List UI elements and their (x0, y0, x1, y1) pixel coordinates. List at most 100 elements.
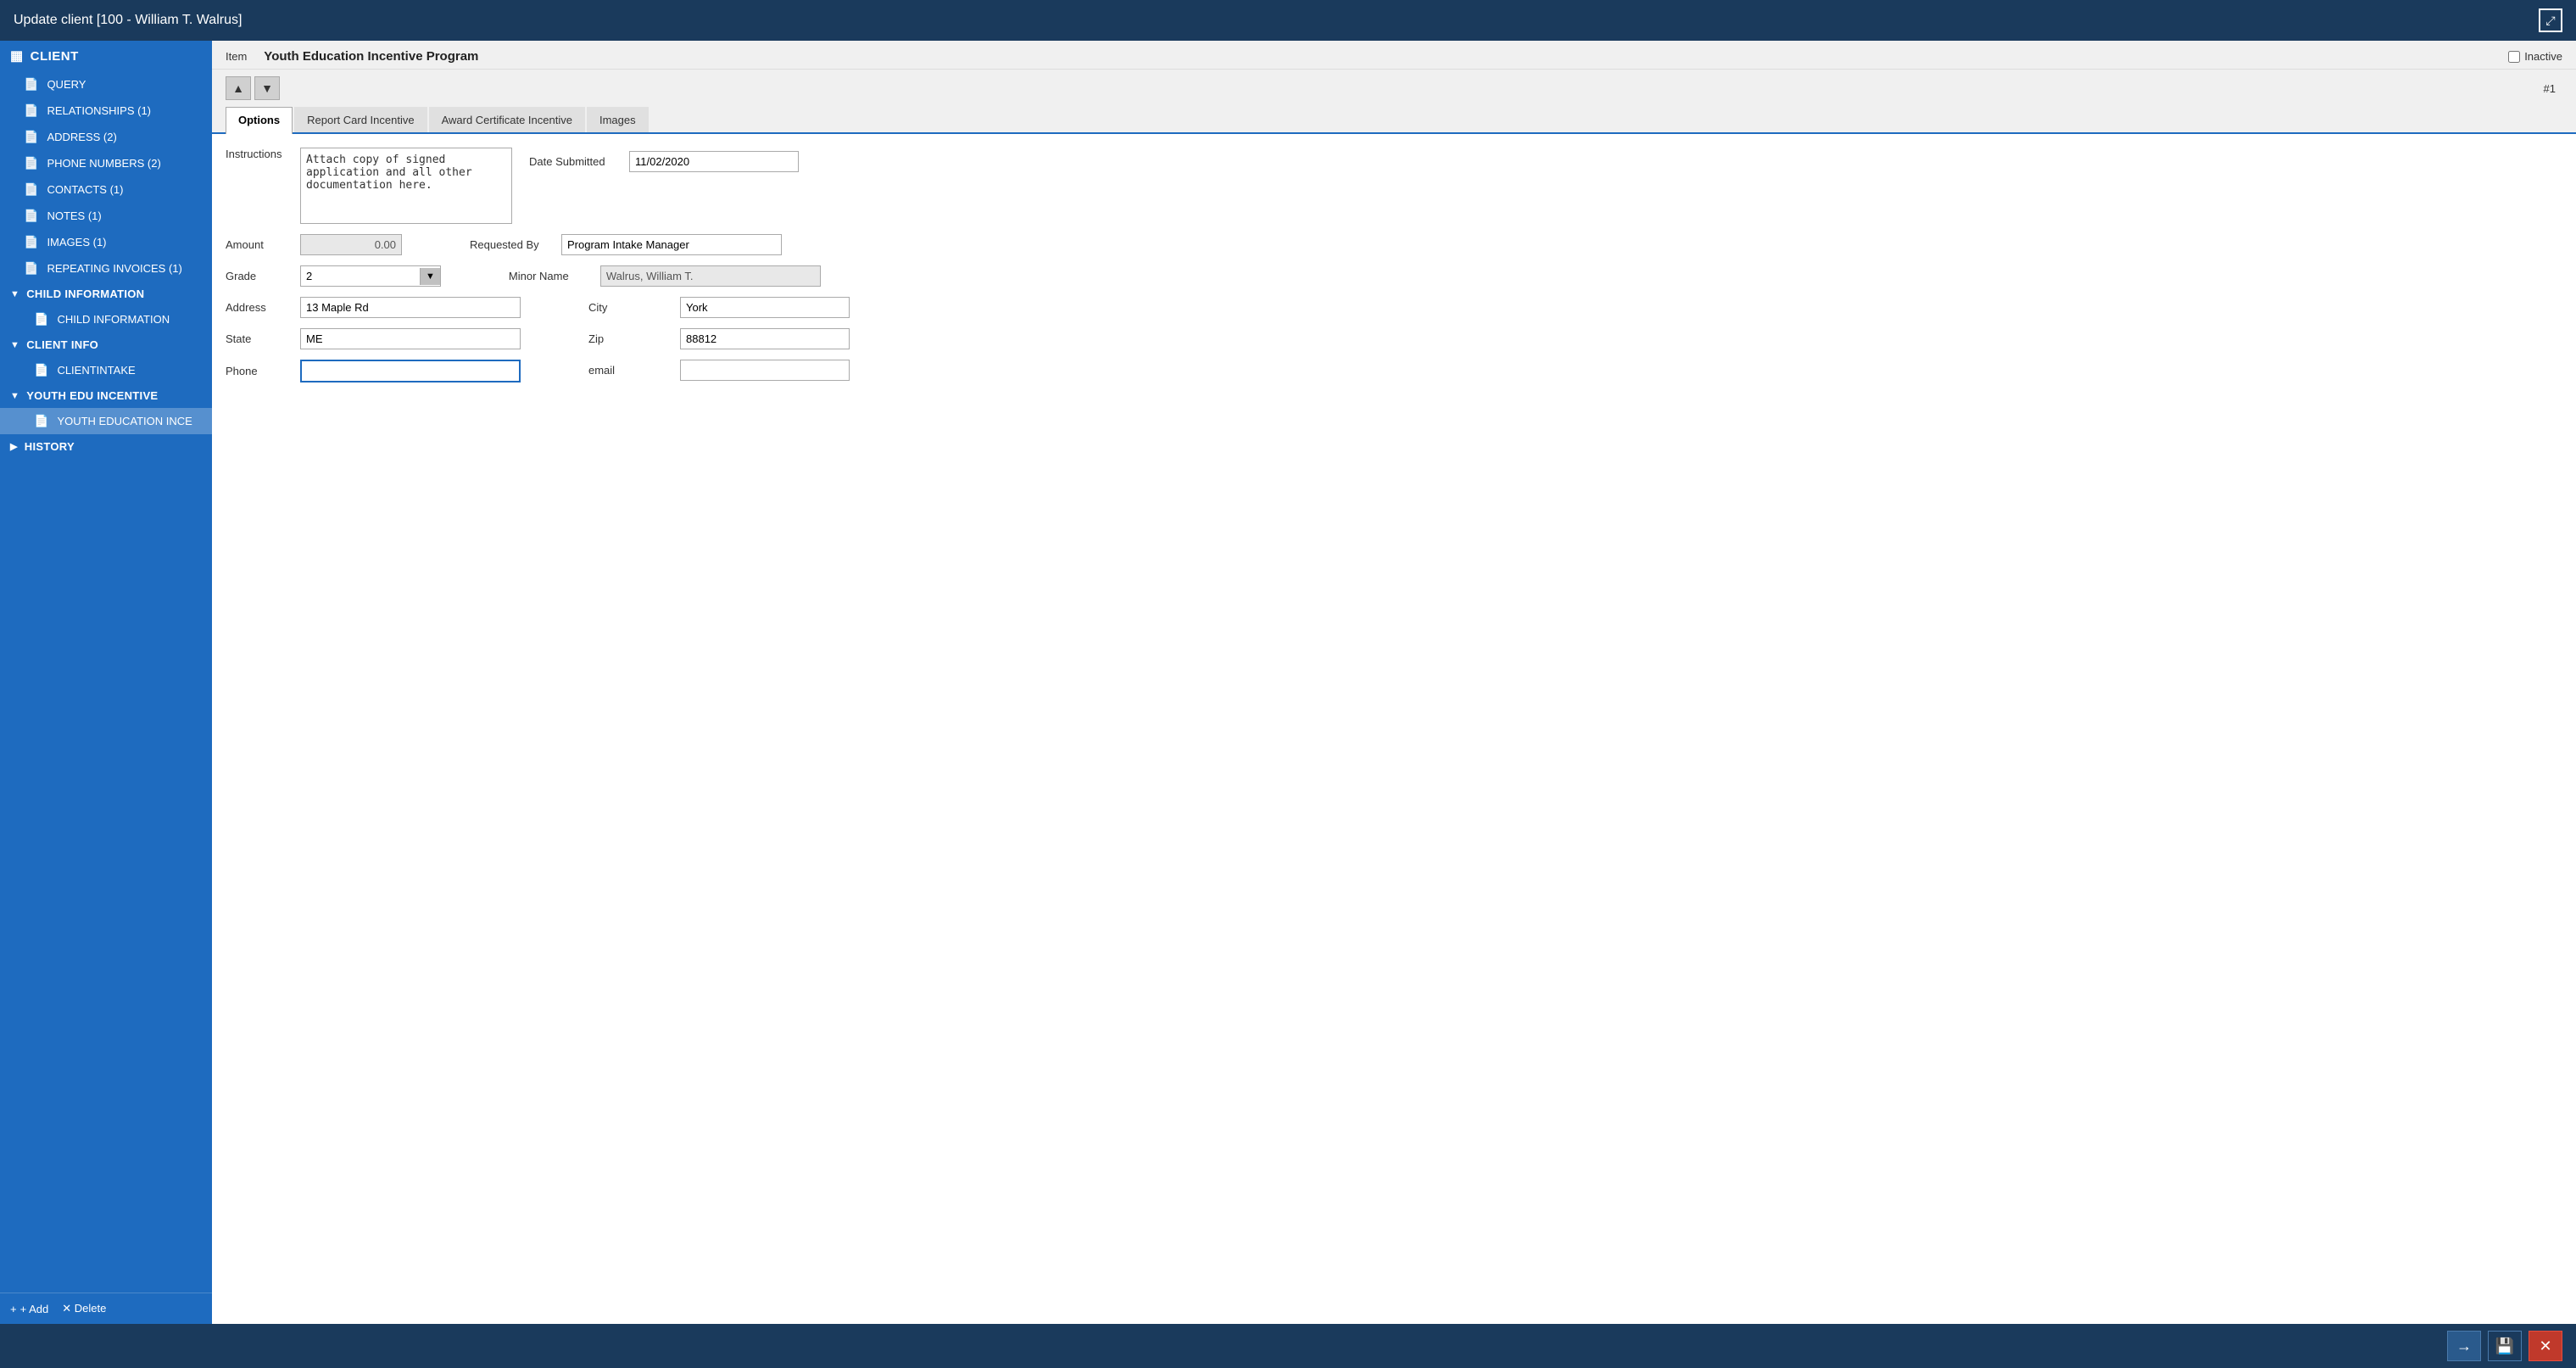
minor-name-input[interactable] (600, 265, 821, 287)
sidebar-item-label: PHONE NUMBERS (2) (47, 157, 160, 170)
window-title: Update client [100 - William T. Walrus] (14, 13, 242, 28)
close-button[interactable]: ✕ (2529, 1331, 2562, 1361)
state-input[interactable] (300, 328, 521, 349)
zip-group: Zip (588, 328, 850, 349)
nav-arrows: ▲ ▼ (226, 76, 280, 100)
sidebar-item-label: IMAGES (1) (47, 236, 106, 248)
tab-award-cert-label: Award Certificate Incentive (442, 114, 572, 126)
delete-label: ✕ Delete (62, 1302, 106, 1315)
nav-down-button[interactable]: ▼ (254, 76, 280, 100)
sidebar-group-label: YOUTH EDU INCENTIVE (26, 389, 158, 402)
next-arrow-button[interactable]: → (2447, 1331, 2481, 1361)
sidebar-item-address[interactable]: 📄 ADDRESS (2) (0, 124, 212, 150)
add-button[interactable]: + + Add (10, 1302, 48, 1315)
doc-icon: 📄 (34, 363, 48, 377)
sidebar-group-client-info[interactable]: ▼ CLIENT INFO (0, 332, 212, 357)
phone-group: Phone (226, 360, 521, 382)
doc-icon: 📄 (24, 261, 38, 276)
tab-images[interactable]: Images (587, 107, 649, 132)
sidebar-item-label: QUERY (47, 78, 86, 91)
amount-input[interactable] (300, 234, 402, 255)
grade-group: Grade 2 1 3 4 5 ▼ (226, 265, 441, 287)
nav-up-icon: ▲ (232, 81, 244, 95)
address-group: Address (226, 297, 521, 318)
state-group: State (226, 328, 521, 349)
instructions-textarea[interactable]: Attach copy of signed application and al… (300, 148, 512, 224)
action-bar: → 💾 ✕ (0, 1324, 2576, 1368)
inactive-label: Inactive (2524, 50, 2562, 63)
address-input[interactable] (300, 297, 521, 318)
city-input[interactable] (680, 297, 850, 318)
sidebar-group-label: HISTORY (25, 440, 75, 453)
phone-label: Phone (226, 365, 293, 377)
doc-icon: 📄 (34, 312, 48, 327)
sidebar-item-relationships[interactable]: 📄 RELATIONSHIPS (1) (0, 98, 212, 124)
maximize-button[interactable]: ⤢ (2539, 8, 2562, 32)
form-row-instructions: Instructions Attach copy of signed appli… (226, 148, 2562, 224)
sidebar-group-label: CLIENT INFO (26, 338, 98, 351)
tab-images-label: Images (599, 114, 636, 126)
grade-select[interactable]: 2 1 3 4 5 (301, 266, 420, 286)
form-row-grade: Grade 2 1 3 4 5 ▼ Minor Name (226, 265, 2562, 287)
doc-icon: 📄 (24, 235, 38, 249)
sidebar-child-item-child-information[interactable]: 📄 CHILD INFORMATION (0, 306, 212, 332)
sidebar-item-notes[interactable]: 📄 NOTES (1) (0, 203, 212, 229)
tab-options[interactable]: Options (226, 107, 293, 134)
minor-name-group: Minor Name (509, 265, 821, 287)
sidebar-item-images[interactable]: 📄 IMAGES (1) (0, 229, 212, 255)
title-bar: Update client [100 - William T. Walrus] … (0, 0, 2576, 41)
sidebar-child-item-youth-edu[interactable]: 📄 YOUTH EDUCATION INCE (0, 408, 212, 434)
requested-by-input[interactable] (561, 234, 782, 255)
sidebar-item-repeating-invoices[interactable]: 📄 REPEATING INVOICES (1) (0, 255, 212, 282)
expand-arrow-icon: ▶ (10, 441, 18, 452)
sidebar-child-item-label: CLIENTINTAKE (57, 364, 135, 377)
zip-input[interactable] (680, 328, 850, 349)
state-label: State (226, 332, 293, 345)
instructions-label: Instructions (226, 148, 293, 160)
item-label: Item (226, 50, 247, 63)
nav-up-button[interactable]: ▲ (226, 76, 251, 100)
city-group: City (588, 297, 850, 318)
close-icon: ✕ (2539, 1337, 2551, 1355)
requested-by-group: Requested By (470, 234, 782, 255)
sidebar-item-label: RELATIONSHIPS (1) (47, 104, 151, 117)
phone-input[interactable] (300, 360, 521, 382)
date-submitted-input[interactable] (629, 151, 799, 172)
form-area: Instructions Attach copy of signed appli… (212, 134, 2576, 1324)
email-group: email (588, 360, 850, 381)
date-submitted-group: Date Submitted (529, 151, 799, 172)
zip-label: Zip (588, 332, 673, 345)
tab-award-cert[interactable]: Award Certificate Incentive (429, 107, 585, 132)
grade-label: Grade (226, 270, 293, 282)
sidebar-group-child-information[interactable]: ▼ CHILD INFORMATION (0, 282, 212, 306)
grid-icon: ▦ (10, 47, 24, 64)
record-number: #1 (2544, 82, 2556, 95)
collapse-arrow-icon: ▼ (10, 391, 20, 401)
delete-button[interactable]: ✕ Delete (62, 1302, 106, 1315)
sidebar-item-phone-numbers[interactable]: 📄 PHONE NUMBERS (2) (0, 150, 212, 176)
sidebar-group-label: CHILD INFORMATION (26, 288, 144, 300)
minor-name-label: Minor Name (509, 270, 594, 282)
sidebar-item-query[interactable]: 📄 QUERY (0, 71, 212, 98)
collapse-arrow-icon: ▼ (10, 289, 20, 299)
address-label: Address (226, 301, 293, 314)
sidebar-section-label: CLIENT (31, 49, 79, 64)
sidebar-child-item-clientintake[interactable]: 📄 CLIENTINTAKE (0, 357, 212, 383)
doc-icon: 📄 (24, 77, 38, 92)
save-button[interactable]: 💾 (2488, 1331, 2522, 1361)
tab-report-card[interactable]: Report Card Incentive (294, 107, 427, 132)
email-label: email (588, 364, 673, 377)
form-row-amount: Amount Requested By (226, 234, 2562, 255)
email-input[interactable] (680, 360, 850, 381)
main-layout: ▦ CLIENT 📄 QUERY 📄 RELATIONSHIPS (1) 📄 A… (0, 41, 2576, 1324)
form-row-state: State Zip (226, 328, 2562, 349)
sidebar-footer: + + Add ✕ Delete (0, 1293, 212, 1324)
sidebar-item-contacts[interactable]: 📄 CONTACTS (1) (0, 176, 212, 203)
inactive-checkbox[interactable] (2508, 51, 2520, 63)
sidebar-item-label: REPEATING INVOICES (1) (47, 262, 181, 275)
sidebar-group-history[interactable]: ▶ HISTORY (0, 434, 212, 459)
inactive-checkbox-group: Inactive (2508, 50, 2562, 63)
doc-icon: 📄 (34, 414, 48, 428)
instructions-group: Instructions Attach copy of signed appli… (226, 148, 512, 224)
sidebar-group-youth-edu[interactable]: ▼ YOUTH EDU INCENTIVE (0, 383, 212, 408)
